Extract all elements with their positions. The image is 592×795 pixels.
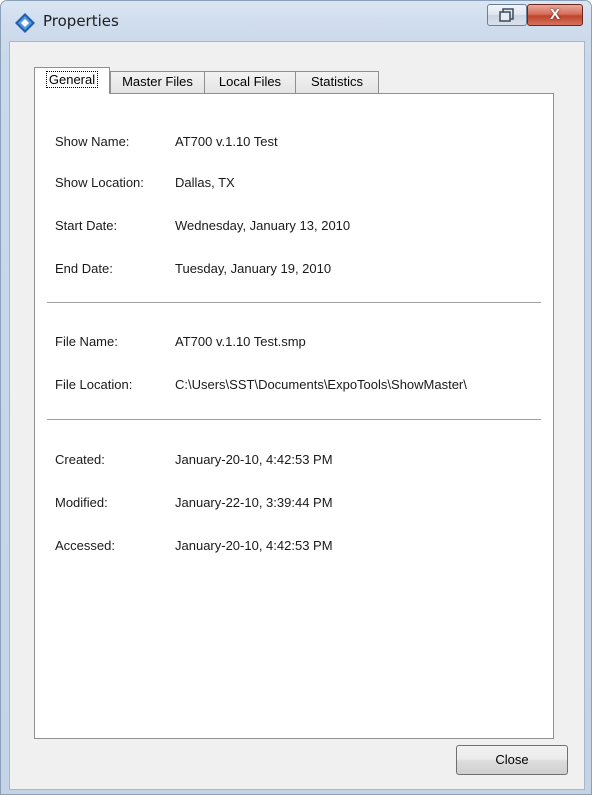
- show-location-label: Show Location:: [55, 175, 144, 190]
- accessed-value: January-20-10, 4:42:53 PM: [175, 538, 333, 553]
- created-label: Created:: [55, 452, 105, 467]
- close-button[interactable]: Close: [456, 745, 568, 775]
- tab-master-files[interactable]: Master Files: [110, 71, 205, 93]
- created-value: January-20-10, 4:42:53 PM: [175, 452, 333, 467]
- tab-statistics[interactable]: Statistics: [295, 71, 379, 93]
- window-title: Properties: [43, 12, 119, 30]
- accessed-label: Accessed:: [55, 538, 115, 553]
- separator-1: [47, 302, 541, 304]
- start-date-value: Wednesday, January 13, 2010: [175, 218, 351, 233]
- close-icon: X: [549, 6, 560, 23]
- tab-local-files[interactable]: Local Files: [204, 71, 296, 93]
- dialog-body: General Master Files Local Files Statist…: [9, 41, 585, 790]
- file-location-label: File Location:: [55, 377, 133, 392]
- tab-statistics-label: Statistics: [310, 74, 363, 89]
- file-location-value: C:\Users\SST\Documents\ExpoTools\ShowMas…: [175, 377, 467, 392]
- end-date-label: End Date:: [55, 261, 113, 276]
- modified-value: January-22-10, 3:39:44 PM: [175, 495, 333, 510]
- show-name-value: AT700 v.1.10 Test: [175, 134, 278, 149]
- tab-general[interactable]: General: [34, 67, 110, 94]
- file-name-value: AT700 v.1.10 Test.smp: [175, 334, 306, 349]
- show-location-value: Dallas, TX: [175, 175, 235, 190]
- properties-window: Properties X General Master Files Local …: [0, 0, 592, 795]
- tab-general-label: General: [45, 71, 99, 88]
- tab-local-files-label: Local Files: [218, 74, 282, 89]
- start-date-label: Start Date:: [55, 218, 118, 233]
- end-date-value: Tuesday, January 19, 2010: [175, 261, 332, 276]
- modified-label: Modified:: [55, 495, 108, 510]
- general-panel: Show Name: AT700 v.1.10 Test Show Locati…: [34, 93, 554, 739]
- restore-icon: [499, 8, 514, 22]
- file-location-row: File Location: C:\Users\SST\Documents\Ex…: [55, 377, 541, 395]
- window-close-button[interactable]: X: [527, 4, 583, 26]
- tab-master-files-label: Master Files: [122, 74, 193, 89]
- separator-2: [47, 419, 541, 421]
- file-name-label: File Name:: [55, 334, 118, 349]
- show-name-label: Show Name:: [55, 134, 130, 149]
- title-bar[interactable]: Properties X: [1, 1, 591, 41]
- restore-button[interactable]: [487, 4, 527, 26]
- properties-app-icon: [15, 13, 35, 33]
